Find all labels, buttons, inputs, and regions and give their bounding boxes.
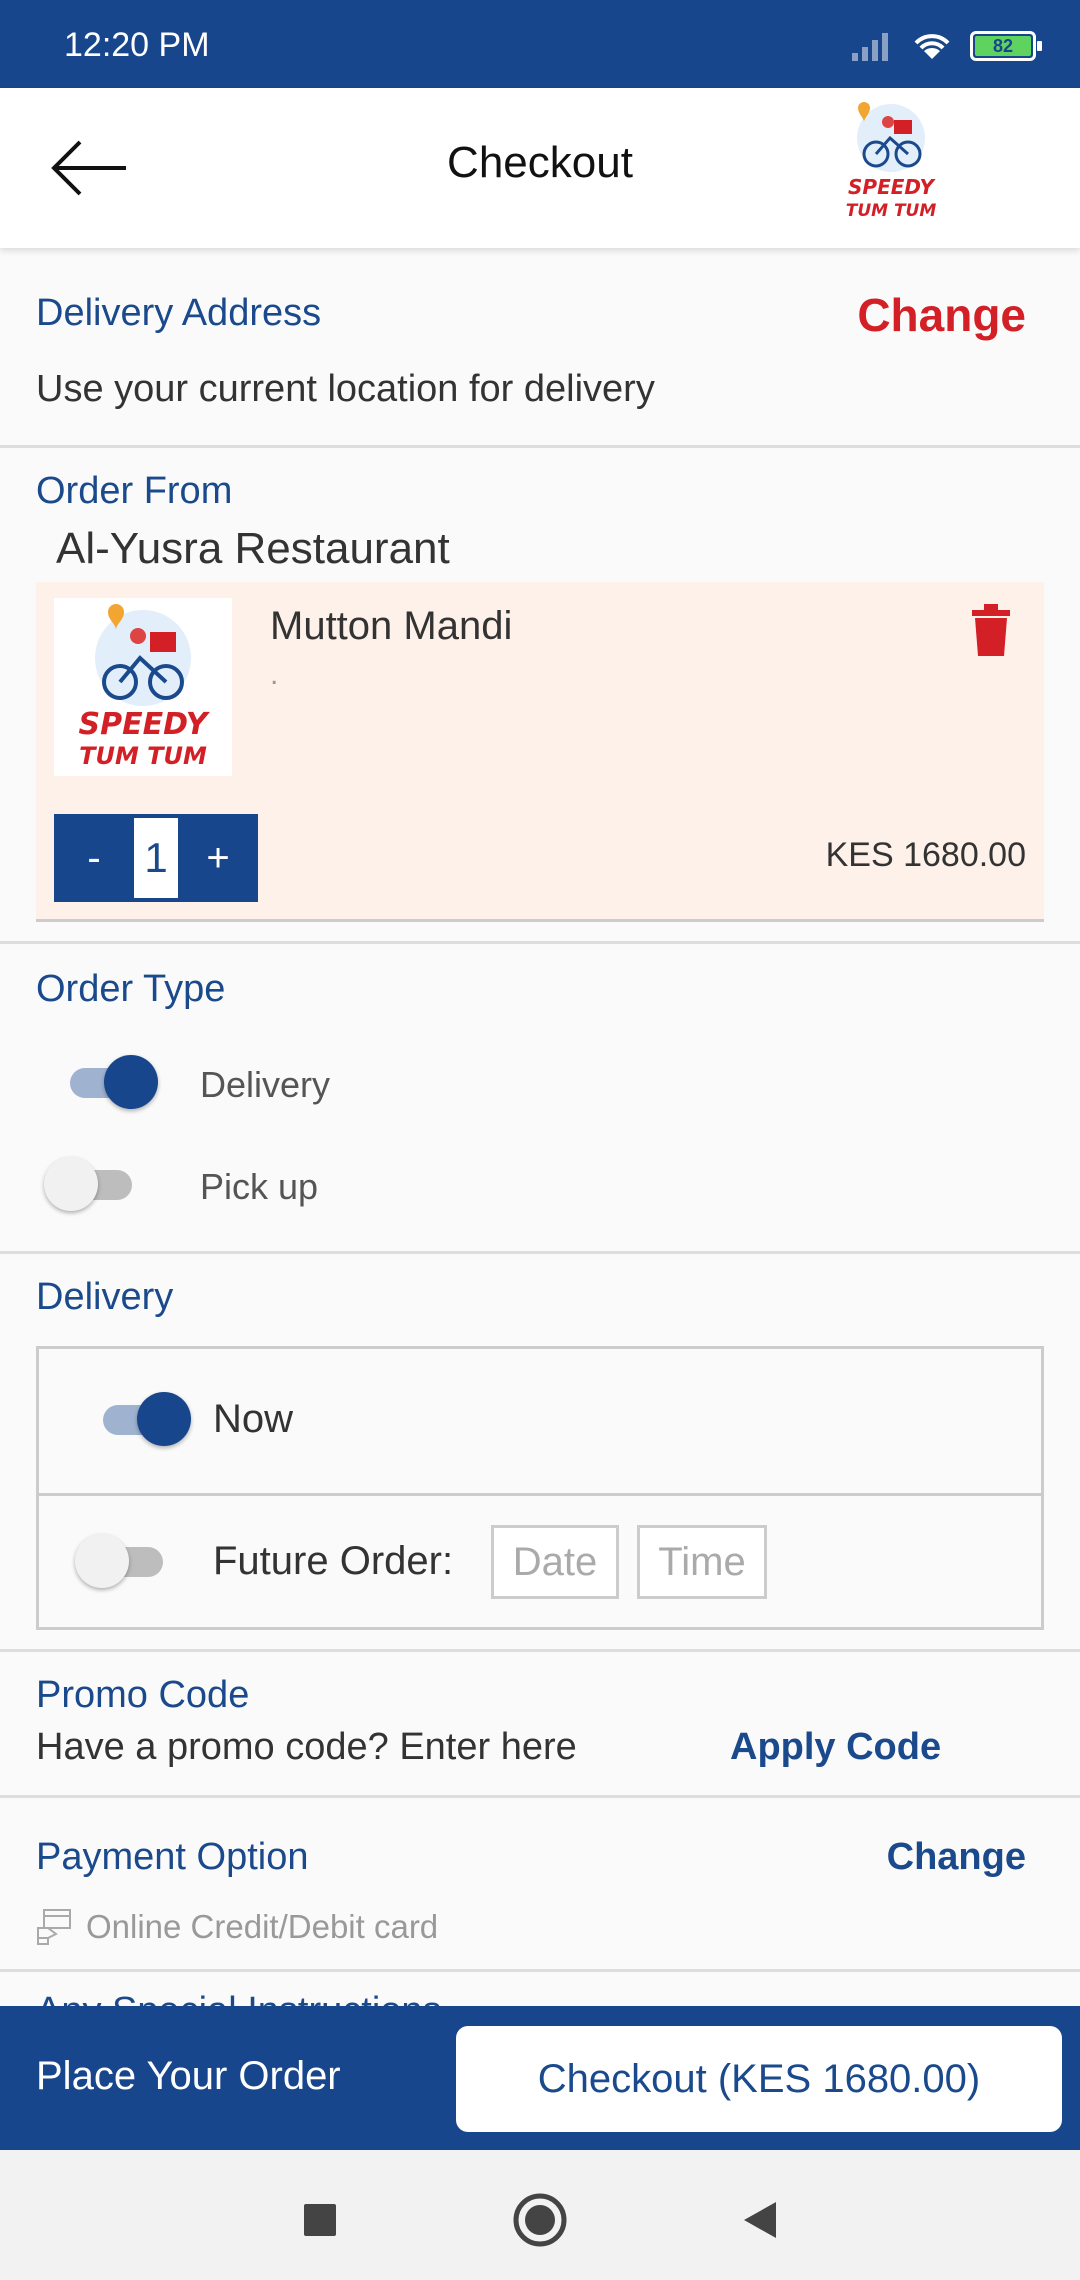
delivery-address-section: Delivery Address Change Use your current…	[0, 250, 1080, 448]
restaurant-name: Al-Yusra Restaurant	[56, 524, 450, 573]
time-input[interactable]: Time	[637, 1525, 767, 1599]
increase-quantity-button[interactable]: +	[178, 814, 258, 902]
item-price: KES 1680.00	[825, 836, 1026, 874]
future-order-toggle[interactable]	[75, 1533, 171, 1588]
back-nav-icon[interactable]	[730, 2190, 790, 2250]
promo-code-input[interactable]: Have a promo code? Enter here	[36, 1726, 577, 1769]
pickup-option-label: Pick up	[200, 1166, 319, 1207]
date-input[interactable]: Date	[491, 1525, 619, 1599]
future-order-label: Future Order:	[213, 1539, 454, 1583]
payment-method-value: Online Credit/Debit card	[86, 1908, 439, 1945]
apply-code-button[interactable]: Apply Code	[730, 1726, 941, 1769]
svg-text:SPEEDY: SPEEDY	[79, 707, 211, 742]
now-label: Now	[213, 1397, 294, 1441]
item-thumbnail: SPEEDY TUM TUM	[54, 598, 232, 776]
decrease-quantity-button[interactable]: -	[54, 814, 134, 902]
item-note: .	[270, 658, 279, 691]
battery-icon: 82	[970, 31, 1042, 61]
promo-code-section: Promo Code Have a promo code? Enter here…	[0, 1652, 1080, 1798]
delivery-time-box: Now Future Order: Date Time	[36, 1346, 1044, 1630]
promo-code-label: Promo Code	[36, 1674, 250, 1716]
cart-item-card: SPEEDY TUM TUM Mutton Mandi . - 1 + KES …	[36, 582, 1044, 922]
now-toggle[interactable]	[95, 1391, 191, 1446]
delivery-toggle[interactable]	[62, 1054, 158, 1109]
item-name: Mutton Mandi	[270, 604, 513, 648]
recents-icon[interactable]	[290, 2190, 350, 2250]
speedy-tumtum-logo: SPEEDY TUM TUM	[846, 102, 937, 221]
system-navigation-bar	[0, 2150, 1080, 2280]
delivery-label: Delivery	[36, 1276, 174, 1318]
order-from-label: Order From	[36, 470, 233, 512]
status-time: 12:20 PM	[64, 26, 210, 64]
place-order-bar: Place Your Order Checkout (KES 1680.00)	[0, 2006, 1080, 2150]
delivery-address-value: Use your current location for delivery	[36, 368, 655, 410]
app-bar: Checkout SPEEDY TUM TUM	[0, 88, 1080, 248]
delivery-address-label: Delivery Address	[36, 292, 322, 334]
signal-icon	[852, 33, 888, 61]
system-icons: 82	[850, 26, 1042, 66]
status-bar: 12:20 PM 82	[0, 0, 1080, 88]
divider	[39, 1493, 1041, 1496]
change-payment-button[interactable]: Change	[887, 1836, 1026, 1879]
svg-text:TUM TUM: TUM TUM	[79, 742, 207, 770]
change-address-button[interactable]: Change	[857, 288, 1026, 342]
delivery-option-label: Delivery	[200, 1064, 331, 1105]
payment-option-section: Payment Option Change Online Credit/Debi…	[0, 1798, 1080, 1972]
checkout-button[interactable]: Checkout (KES 1680.00)	[456, 2026, 1062, 2132]
place-order-label: Place Your Order	[36, 2054, 341, 2098]
home-icon[interactable]	[510, 2190, 570, 2250]
pickup-toggle[interactable]	[44, 1156, 140, 1211]
delete-icon[interactable]	[970, 604, 1012, 656]
order-type-section: Order Type Delivery Pick up	[0, 944, 1080, 1254]
order-type-label: Order Type	[36, 968, 226, 1010]
svg-text:TUM TUM: TUM TUM	[846, 201, 937, 221]
quantity-stepper: - 1 +	[54, 814, 258, 902]
card-payment-icon	[37, 1909, 71, 1945]
svg-text:SPEEDY: SPEEDY	[848, 175, 936, 199]
payment-option-label: Payment Option	[36, 1836, 309, 1878]
speedy-tumtum-logo: SPEEDY TUM TUM	[79, 604, 211, 770]
wifi-icon	[914, 34, 950, 59]
quantity-value: 1	[134, 818, 178, 898]
